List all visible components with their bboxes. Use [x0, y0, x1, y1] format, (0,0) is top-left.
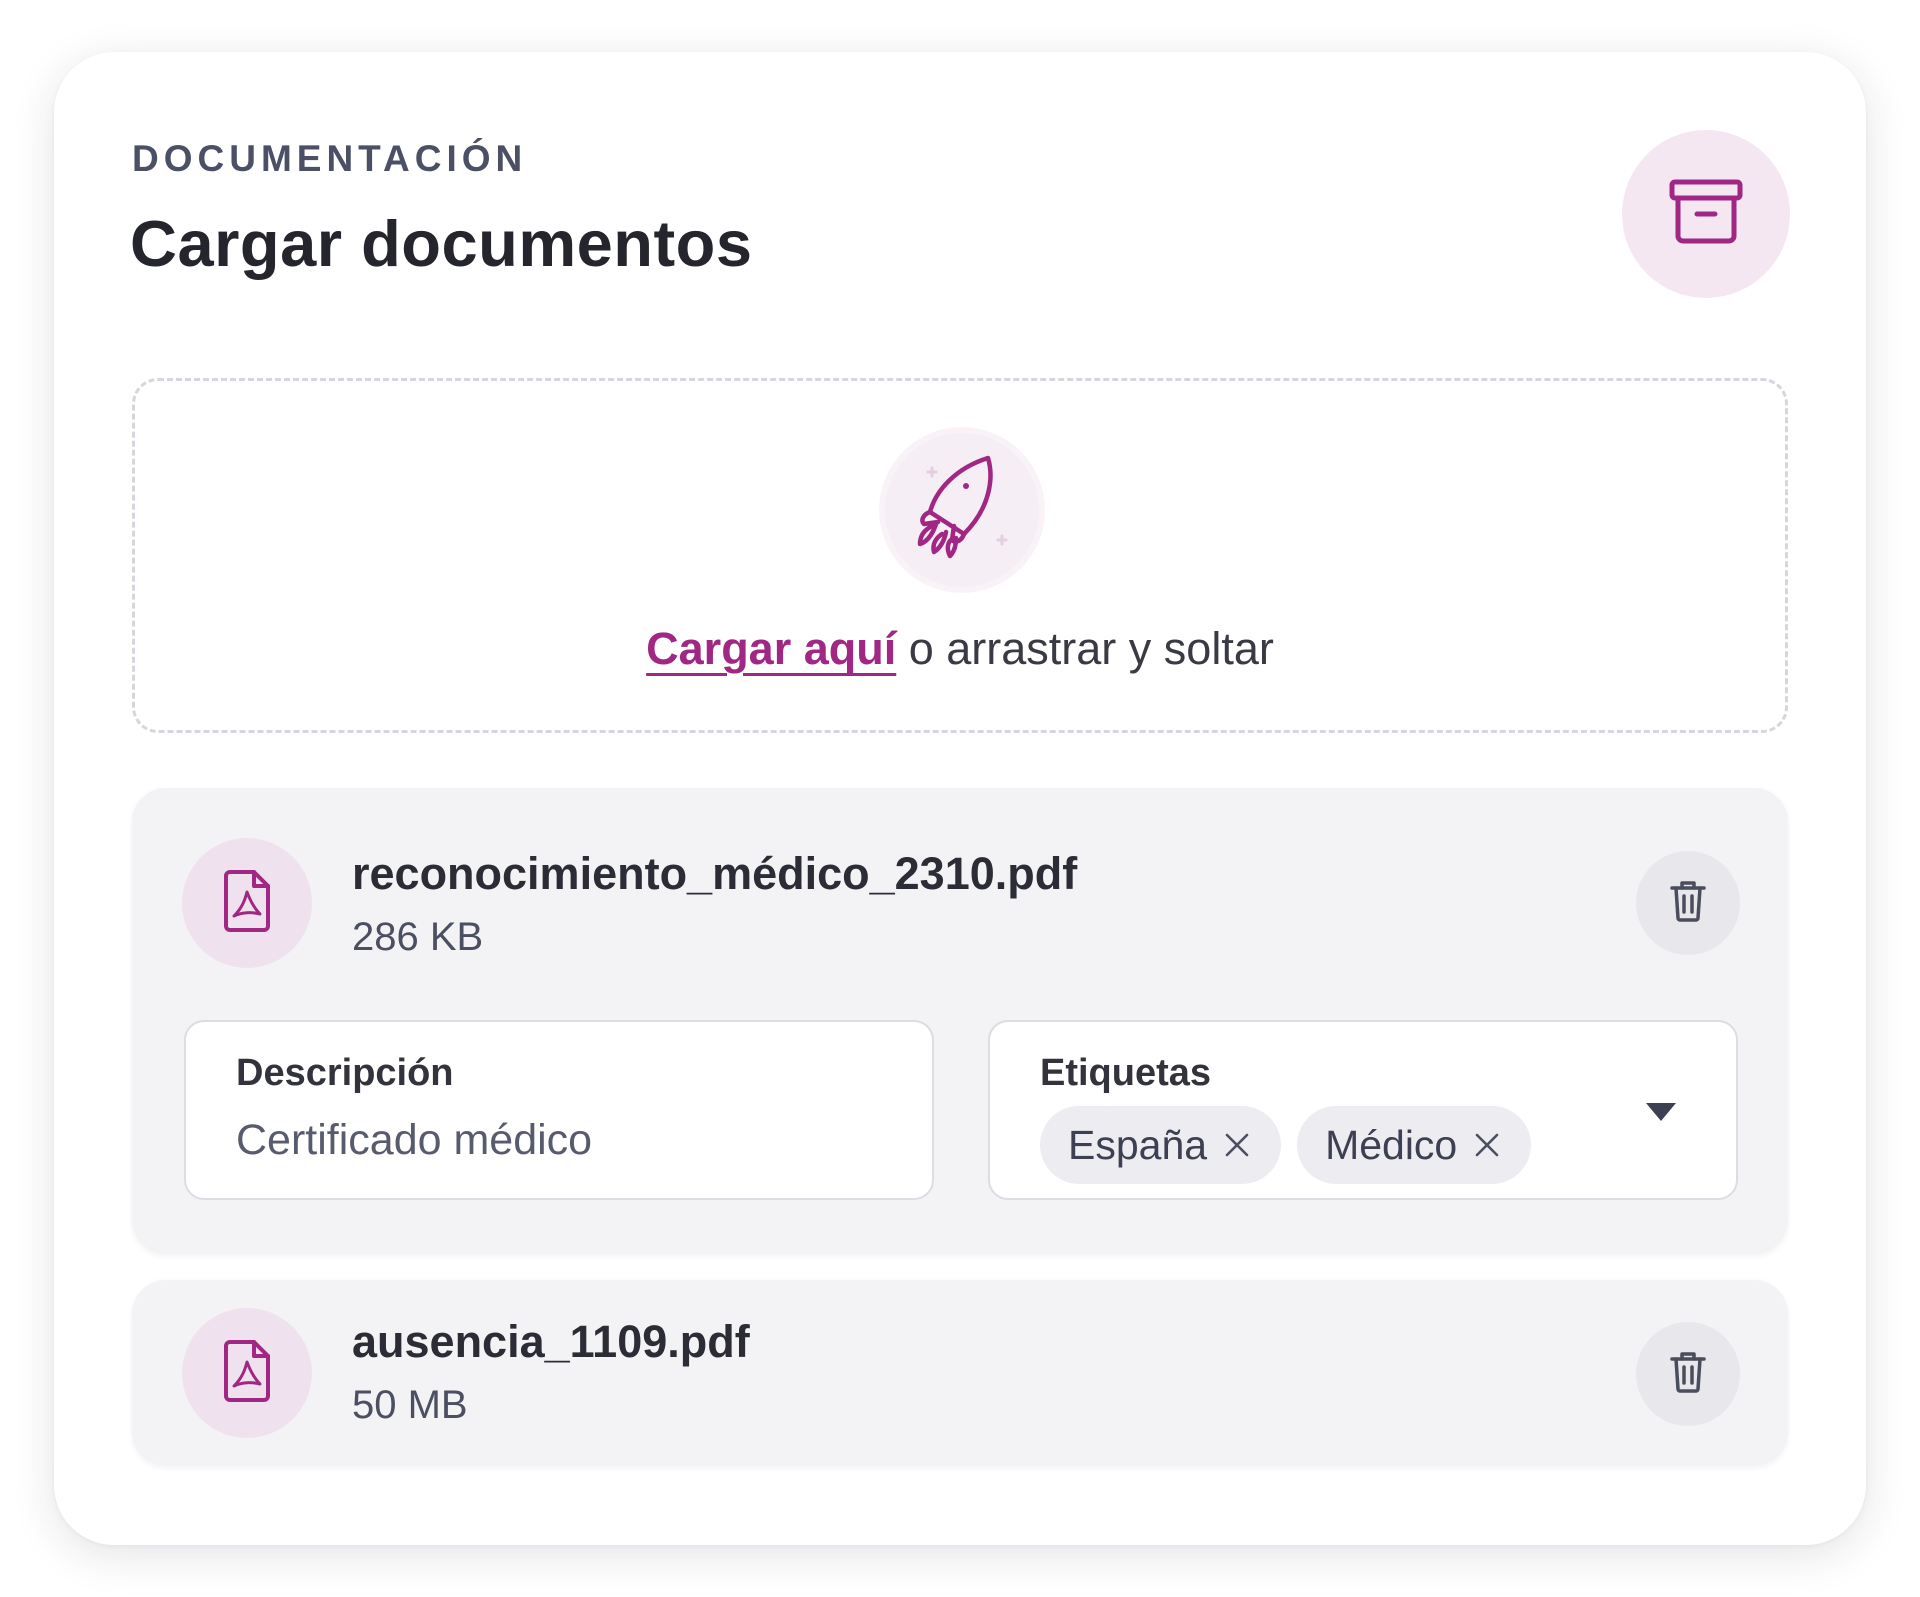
- tag-chip-label: Médico: [1325, 1121, 1458, 1168]
- trash-icon: [1670, 880, 1706, 927]
- file-name: reconocimiento_médico_2310.pdf: [352, 848, 1078, 899]
- tag-chip: Médico: [1297, 1106, 1532, 1184]
- file-icon-badge: [182, 1308, 312, 1438]
- dropzone-instructions: Cargar aquí o arrastrar y soltar: [135, 623, 1785, 675]
- upload-here-link[interactable]: Cargar aquí: [646, 623, 896, 674]
- trash-icon: [1670, 1351, 1706, 1398]
- drag-drop-text: o arrastrar y soltar: [896, 623, 1274, 674]
- file-dropzone[interactable]: Cargar aquí o arrastrar y soltar: [132, 378, 1788, 733]
- description-label: Descripción: [236, 1052, 454, 1094]
- delete-file-button[interactable]: [1636, 851, 1740, 955]
- upload-illustration: [885, 433, 1039, 587]
- description-input[interactable]: Certificado médico: [236, 1116, 592, 1165]
- pdf-file-icon: [220, 1339, 274, 1407]
- tag-chip: España: [1040, 1106, 1282, 1184]
- file-name: ausencia_1109.pdf: [352, 1316, 750, 1367]
- section-eyebrow: DOCUMENTACIÓN: [132, 138, 528, 179]
- file-size: 286 KB: [352, 915, 484, 959]
- close-icon: [1225, 1133, 1249, 1157]
- page-title: Cargar documentos: [130, 207, 753, 280]
- file-size: 50 MB: [352, 1383, 468, 1427]
- archive-box-icon: [1668, 177, 1744, 252]
- file-icon-badge: [182, 838, 312, 968]
- description-field[interactable]: Descripción Certificado médico: [184, 1020, 934, 1200]
- pdf-file-icon: [220, 869, 274, 937]
- archive-button[interactable]: [1622, 130, 1790, 298]
- chevron-down-icon[interactable]: [1644, 1100, 1678, 1124]
- tags-field[interactable]: Etiquetas España Médico: [988, 1020, 1738, 1200]
- rocket-icon: [902, 448, 1022, 573]
- tags-label: Etiquetas: [1040, 1052, 1212, 1094]
- tag-chip-label: España: [1068, 1121, 1208, 1168]
- delete-file-button[interactable]: [1636, 1322, 1740, 1426]
- tag-chip-list: España Médico: [1040, 1106, 1532, 1184]
- file-item: reconocimiento_médico_2310.pdf 286 KB De…: [132, 788, 1788, 1254]
- close-icon: [1475, 1133, 1499, 1157]
- remove-tag-button[interactable]: [1219, 1127, 1255, 1163]
- file-item: ausencia_1109.pdf 50 MB: [132, 1280, 1788, 1466]
- remove-tag-button[interactable]: [1469, 1127, 1505, 1163]
